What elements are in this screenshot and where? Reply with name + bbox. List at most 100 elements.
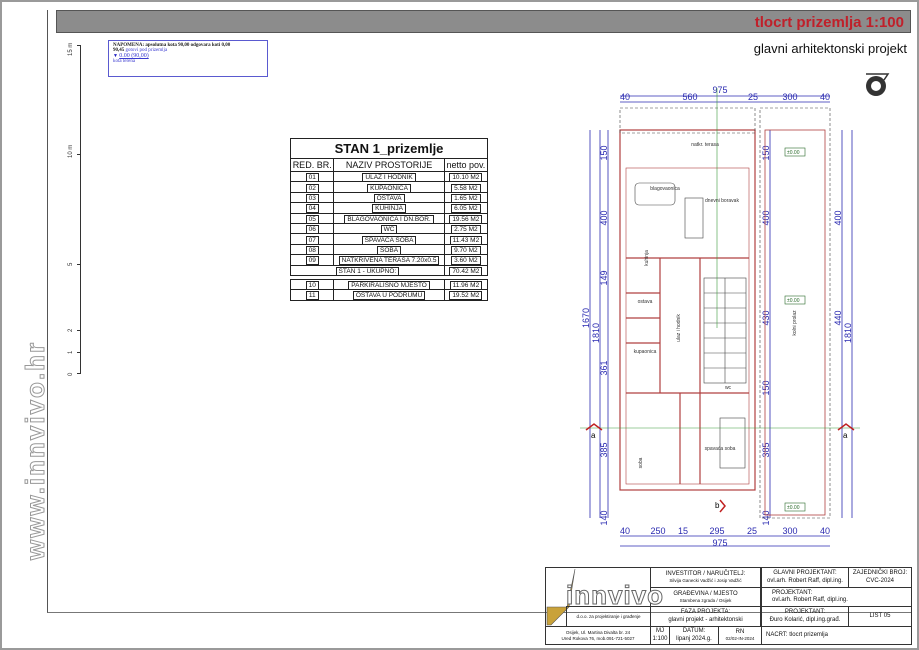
row-number: 07 xyxy=(305,235,319,245)
room-label: kuhinja xyxy=(644,250,650,266)
label: ZAJEDNIČKI BROJ: xyxy=(852,570,908,577)
table-row: 07 SPAVAĆA SOBA 11.43 M2 xyxy=(289,233,489,245)
dim-label: 300 xyxy=(782,526,797,536)
dim-label: 40 xyxy=(820,92,830,102)
dim-label: 975 xyxy=(712,85,727,95)
dim-label: 440 xyxy=(833,310,843,325)
company-name: d.o.o. za projektiranje i građenje xyxy=(576,613,641,619)
room-area: 5.58 M2 xyxy=(451,183,481,193)
dim-label: 430 xyxy=(761,310,771,325)
sheet-number: LIST 05 xyxy=(869,612,891,619)
level-badge: ±0.00 xyxy=(787,298,800,304)
dimension-lines xyxy=(589,95,853,547)
label: FAZA PROJEKTA: xyxy=(680,609,731,616)
website-watermark: www.innvivo.hr xyxy=(20,340,51,560)
level-note: NAPOMENA: apsolutna kota 90,00 odgovara … xyxy=(108,40,268,77)
room-area: 9.70 M2 xyxy=(451,245,481,255)
site-value: Stambena zgrada / Osijek xyxy=(679,597,732,603)
room-area: 19.52 M2 xyxy=(449,291,483,301)
scale-tick: 1 xyxy=(68,350,74,354)
designer1-cell: PROJEKTANT: ovl.arh. Robert Raff, dipl.in… xyxy=(761,587,912,607)
room-name: KUHINJA xyxy=(372,204,406,214)
total-row: STAN 1 - UKUPNO: 70.42 M2 xyxy=(290,264,489,276)
room-name: PARKIRALIŠNO MJESTO xyxy=(348,281,430,291)
terrain-label: kota terena xyxy=(113,59,136,64)
section-mark: b xyxy=(715,501,720,510)
room-area: 2.75 M2 xyxy=(451,225,481,235)
table-title: STAN 1_prizemlje xyxy=(290,138,488,159)
dim-label: 400 xyxy=(833,210,843,225)
label: MJ xyxy=(656,628,664,635)
table-row: 08 SOBA 9.70 M2 xyxy=(289,243,489,256)
dim-label: 150 xyxy=(599,145,609,160)
room-area: 3.60 M2 xyxy=(451,256,481,266)
column-header: NAZIV PROSTORIJE xyxy=(333,158,445,172)
chief-designer-cell: GLAVNI PROJEKTANT: ovl.arh. Robert Raff, … xyxy=(761,567,849,588)
table-row: 11 OSTAVA U PODRUMU 19.52 M2 xyxy=(289,289,489,301)
dim-label: 15 xyxy=(678,526,688,536)
scale-tick: 2 xyxy=(68,328,74,332)
designer-value: Đuro Kolarić, dipl.ing.građ. xyxy=(769,616,841,623)
room-area: 11.43 M2 xyxy=(449,235,483,245)
room-name: OSTAVA U PODRUMU xyxy=(352,291,426,301)
stairs xyxy=(634,182,747,469)
dim-label: 150 xyxy=(761,145,771,160)
address-line: Ured Rokova 76, mob.091-721-5027 xyxy=(561,635,635,641)
room-area: 1.65 M2 xyxy=(451,193,481,203)
room-label: natkr. terasa xyxy=(691,142,719,148)
phase-value: glavni projekt - arhitektonski xyxy=(668,616,743,623)
rn-value: 02/02-IN-2024 xyxy=(725,636,755,642)
room-label: kolni prolaz xyxy=(792,310,798,336)
room-label: dnevni boravak xyxy=(705,198,739,204)
label: RN xyxy=(735,629,745,636)
room-name: NATKRIVENA TERASA 7.20x0.5 xyxy=(338,256,440,266)
designer-value: ovl.arh. Robert Raff, dipl.ing. xyxy=(772,597,848,603)
dim-label: 250 xyxy=(650,526,665,536)
drawing-title: tlocrt prizemlja 1:100 xyxy=(754,14,904,31)
row-number: 08 xyxy=(305,245,319,255)
row-number: 05 xyxy=(305,214,319,224)
table-row: 02 KUPAONICA 5.58 M2 xyxy=(289,181,489,193)
joint-value: CVC-2024 xyxy=(865,577,894,584)
scale-value: 1:100 xyxy=(652,635,668,642)
column-header: RED. BR. xyxy=(289,158,335,172)
table-row: 05 BLAGOVAONICA I DN.BOR. 19.56 M2 xyxy=(289,212,489,224)
date-value: lipanj 2024.g. xyxy=(676,635,712,642)
row-number: 11 xyxy=(305,291,319,301)
scale-cell: MJ 1:100 xyxy=(650,626,670,645)
level-badge: ±0.00 xyxy=(787,505,800,511)
dim-label: 150 xyxy=(761,380,771,395)
room-area: 11.96 M2 xyxy=(449,281,483,291)
room-area-table: STAN 1_prizemlje RED. BR. NAZIV PROSTORIJ… xyxy=(289,138,489,301)
dim-label: 25 xyxy=(747,526,757,536)
dim-label: 1810 xyxy=(843,323,853,343)
drawing-name: NACRT: tlocrt prizemlja xyxy=(766,631,828,638)
room-name: ULAZ I HODNIK xyxy=(362,173,416,183)
row-number: 01 xyxy=(305,173,319,183)
dim-label: 560 xyxy=(682,92,697,102)
label: DATUM: xyxy=(682,628,706,635)
floor-plan: 975 40 560 25 300 40 40 250 15 295 25 30… xyxy=(580,79,870,548)
section-mark: a xyxy=(843,431,848,440)
joint-number-cell: ZAJEDNIČKI BROJ: CVC-2024 xyxy=(848,567,912,588)
table-row: 03 OSTAVA 1.65 M2 xyxy=(289,191,489,204)
table-row: 06 WC 2.75 M2 xyxy=(289,222,489,235)
dim-label: 40 xyxy=(820,526,830,536)
row-number: 06 xyxy=(305,225,319,235)
phase-cell: FAZA PROJEKTA: glavni projekt - arhitekto… xyxy=(650,606,761,627)
room-name: SOBA xyxy=(377,245,402,255)
site-cell: GRAĐEVINA / MJESTO Stambena zgrada / Osij… xyxy=(650,587,761,607)
dim-label: 400 xyxy=(599,210,609,225)
dim-label: 40 xyxy=(620,92,630,102)
dim-label: 300 xyxy=(782,92,797,102)
room-name: OSTAVA xyxy=(373,193,405,203)
room-name: WC xyxy=(380,225,398,235)
graphic-scale: 15 m 10 m 5 2 1 0 xyxy=(68,40,88,376)
room-name: KUPAONICA xyxy=(367,183,411,193)
investor-value: Silvija Ganecki Vadžić i Josip Vadžić xyxy=(669,578,742,584)
dim-label: 149 xyxy=(599,270,609,285)
label: PROJEKTANT: xyxy=(784,609,826,616)
project-subtitle: glavni arhitektonski projekt xyxy=(753,41,907,56)
date-cell: DATUM: lipanj 2024.g. xyxy=(669,626,719,645)
address-cell: Osijek, Ul. Martina Divalta br. 24 Ured R… xyxy=(545,626,651,645)
